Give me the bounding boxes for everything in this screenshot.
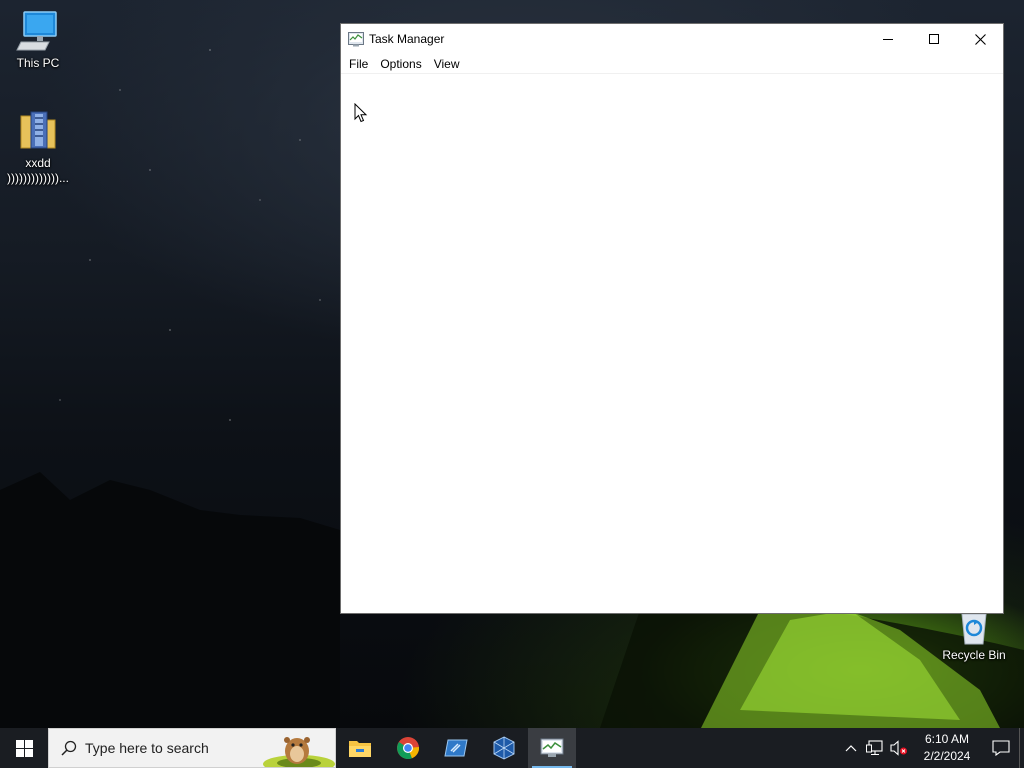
- window-title: Task Manager: [369, 32, 445, 46]
- menu-file[interactable]: File: [343, 54, 374, 74]
- desktop-icon-recycle-bin[interactable]: Recycle Bin: [936, 612, 1012, 663]
- volume-muted-icon: [890, 740, 907, 756]
- desktop-icon-label-line2: )))))))))))))...: [7, 171, 69, 185]
- desktop-icon-label: xxdd: [25, 156, 51, 170]
- desktop-icon-this-pc[interactable]: This PC: [0, 8, 76, 71]
- close-button[interactable]: [957, 24, 1003, 54]
- chevron-up-icon: [845, 745, 857, 752]
- search-highlight-groundhog-icon: [263, 737, 335, 767]
- clock-date: 2/2/2024: [923, 749, 971, 763]
- file-explorer-icon: [349, 741, 371, 757]
- clock-time: 6:10 AM: [924, 732, 970, 746]
- maximize-button[interactable]: [911, 24, 957, 54]
- system-tray: 6:10 AM 2/2/2024: [839, 728, 1024, 768]
- taskbar-app-file-explorer[interactable]: [336, 728, 384, 768]
- window-titlebar[interactable]: Task Manager: [341, 24, 1003, 54]
- task-manager-window[interactable]: Task Manager File Options View: [340, 23, 1004, 614]
- virtualbox-icon: [493, 736, 515, 760]
- menu-view[interactable]: View: [428, 54, 466, 74]
- taskbar-app-task-manager[interactable]: [528, 728, 576, 768]
- desktop-icon-label: This PC: [16, 56, 60, 70]
- minimize-icon: [883, 39, 893, 40]
- recycle-bin-icon: [961, 613, 987, 645]
- taskbar-app-chrome[interactable]: [384, 728, 432, 768]
- search-icon: [61, 740, 77, 756]
- notification-icon: [992, 740, 1010, 756]
- taskbar-clock[interactable]: 6:10 AM 2/2/2024: [911, 731, 983, 765]
- taskbar-app-generic[interactable]: [432, 728, 480, 768]
- action-center-button[interactable]: [983, 728, 1019, 768]
- close-icon: [974, 33, 986, 45]
- archive-folder-icon: [20, 111, 56, 149]
- chrome-icon: [397, 737, 420, 759]
- window-menubar: File Options View: [341, 54, 1003, 74]
- network-icon: [866, 740, 883, 756]
- task-manager-icon: [540, 738, 564, 757]
- desktop-icon-label: Recycle Bin: [942, 648, 1006, 662]
- mouse-cursor-icon: [354, 103, 368, 123]
- minimize-button[interactable]: [865, 24, 911, 54]
- task-manager-icon: [348, 32, 364, 47]
- show-hidden-icons-button[interactable]: [839, 728, 863, 768]
- taskbar-app-virtualbox[interactable]: [480, 728, 528, 768]
- network-button[interactable]: [863, 728, 887, 768]
- menu-options[interactable]: Options: [374, 54, 427, 74]
- taskbar-search-box[interactable]: Type here to search: [48, 728, 336, 768]
- show-desktop-button[interactable]: [1019, 728, 1024, 768]
- start-button[interactable]: [0, 728, 48, 768]
- computer-icon: [16, 11, 57, 51]
- search-placeholder: Type here to search: [85, 740, 209, 756]
- windows-logo-icon: [15, 739, 33, 757]
- window-content-area: [341, 75, 1003, 613]
- volume-button[interactable]: [887, 728, 911, 768]
- maximize-icon: [929, 34, 939, 44]
- taskbar: Type here to search 6:10 AM 2/2/2024: [0, 728, 1024, 768]
- desktop-icon-xxdd[interactable]: xxdd )))))))))))))...: [0, 108, 76, 186]
- generic-app-icon: [444, 739, 468, 757]
